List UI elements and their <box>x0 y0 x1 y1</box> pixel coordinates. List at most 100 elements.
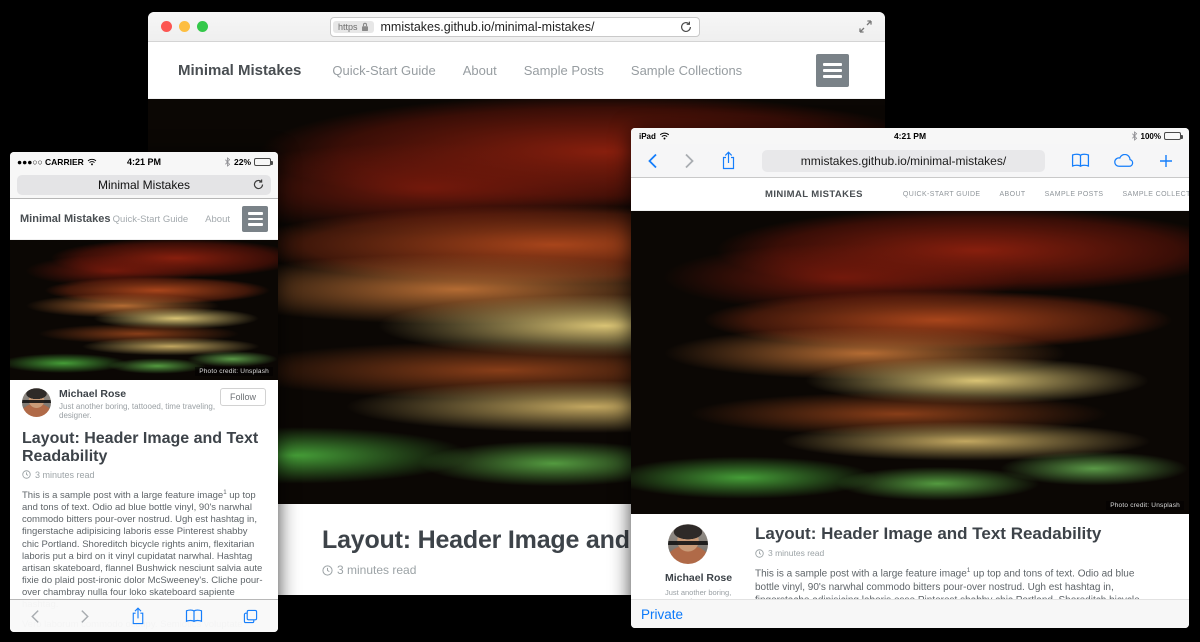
tabs-icon[interactable] <box>243 609 258 624</box>
share-icon[interactable] <box>721 151 736 170</box>
iphone-read-time: 3 minutes read <box>22 470 266 480</box>
carrier-signal-label: ●●●○○ CARRIER <box>17 157 84 167</box>
refresh-icon[interactable] <box>680 21 692 33</box>
nav-link-about[interactable]: About <box>463 63 497 78</box>
iphone-nav-links: Quick-Start Guide About <box>113 214 230 225</box>
bluetooth-icon <box>1131 131 1138 141</box>
nav-link-about[interactable]: About <box>205 214 230 225</box>
menu-bar <box>823 69 842 72</box>
iphone-safari-toolbar <box>10 599 278 632</box>
responsive-device-mockup: https mmistakes.github.io/minimal-mistak… <box>0 0 1200 642</box>
iphone-site-nav: Minimal Mistakes Quick-Start Guide About <box>10 199 278 240</box>
clock-icon <box>322 565 333 576</box>
ipad-safari-toolbar: mmistakes.github.io/minimal-mistakes/ <box>631 144 1189 178</box>
iphone-clock-time: 4:21 PM <box>127 157 161 167</box>
https-badge: https <box>333 21 374 33</box>
author-name: Michael Rose <box>665 572 755 584</box>
desktop-brand-link[interactable]: Minimal Mistakes <box>178 62 301 79</box>
read-time-label: 3 minutes read <box>337 563 416 577</box>
author-name: Michael Rose <box>59 388 220 400</box>
bookmarks-icon[interactable] <box>185 609 203 623</box>
paragraph-text: up top and tons of text. Odio ad blue bo… <box>22 490 262 610</box>
nav-link-quick-start-guide[interactable]: Quick-Start Guide <box>332 63 435 78</box>
nav-link-sample-posts[interactable]: SAMPLE POSTS <box>1045 191 1104 198</box>
battery-icon <box>254 158 271 166</box>
iphone-article-paragraph: This is a sample post with a large featu… <box>22 489 266 612</box>
minimize-window-button[interactable] <box>179 21 190 32</box>
iphone-safari: ●●●○○ CARRIER 4:21 PM 22% Minimal Mistak… <box>10 152 278 632</box>
iphone-article-title: Layout: Header Image and Text Readabilit… <box>22 430 266 466</box>
photo-credit-link[interactable]: Photo credit: Unsplash <box>195 367 273 376</box>
nav-link-sample-collections[interactable]: Sample Collections <box>631 63 742 78</box>
author-info: Michael Rose Just another boring, tattoo… <box>59 388 220 420</box>
new-tab-plus-icon[interactable] <box>1159 154 1173 168</box>
private-browsing-bar[interactable]: Private <box>631 599 1189 628</box>
ipad-safari: iPad 4:21 PM 100% mmistakes.github.io/mi… <box>631 128 1189 628</box>
url-text: mmistakes.github.io/minimal-mistakes/ <box>374 20 680 34</box>
back-icon[interactable] <box>647 153 658 169</box>
wifi-icon <box>659 132 670 140</box>
author-avatar <box>668 524 708 564</box>
nav-link-sample-collections[interactable]: SAMPLE COLLECTIONS <box>1122 191 1189 198</box>
iphone-menu-button[interactable] <box>242 206 268 232</box>
lock-icon <box>361 22 369 32</box>
follow-button[interactable]: Follow <box>220 388 266 406</box>
ipad-feature-image-leaves: Photo credit: Unsplash <box>631 211 1189 514</box>
menu-bar <box>248 212 263 215</box>
desktop-nav-links: Quick-Start Guide About Sample Posts Sam… <box>332 63 742 78</box>
clock-icon <box>755 549 764 558</box>
icloud-tabs-icon[interactable] <box>1114 154 1135 168</box>
nav-link-quick-start-guide[interactable]: QUICK-START GUIDE <box>903 191 981 198</box>
nav-link-sample-posts[interactable]: Sample Posts <box>524 63 604 78</box>
ipad-battery-percent: 100% <box>1141 132 1161 141</box>
battery-icon <box>1164 132 1181 140</box>
window-controls <box>161 21 208 32</box>
iphone-battery-percent: 22% <box>234 157 251 167</box>
author-card: Michael Rose Just another boring, tattoo… <box>22 388 266 420</box>
photo-credit-link[interactable]: Photo credit: Unsplash <box>1106 501 1184 510</box>
zoom-window-button[interactable] <box>197 21 208 32</box>
ipad-address-bar[interactable]: mmistakes.github.io/minimal-mistakes/ <box>762 150 1045 172</box>
paragraph-text: This is a sample post with a large featu… <box>755 568 967 579</box>
menu-bar <box>823 75 842 78</box>
ipad-site-nav: MINIMAL MISTAKES QUICK-START GUIDE ABOUT… <box>631 178 1189 211</box>
ipad-article-title: Layout: Header Image and Text Readabilit… <box>755 524 1143 544</box>
ipad-status-bar: iPad 4:21 PM 100% <box>631 128 1189 144</box>
nav-link-about[interactable]: ABOUT <box>999 191 1025 198</box>
refresh-icon[interactable] <box>253 179 264 190</box>
ipad-brand-link[interactable]: MINIMAL MISTAKES <box>765 189 863 200</box>
author-avatar <box>22 388 51 417</box>
clock-icon <box>22 470 31 479</box>
desktop-site-nav: Minimal Mistakes Quick-Start Guide About… <box>148 42 885 99</box>
iphone-brand-link[interactable]: Minimal Mistakes <box>20 213 110 225</box>
ipad-read-time: 3 minutes read <box>755 548 1143 558</box>
browser-chrome-bar: https mmistakes.github.io/minimal-mistak… <box>148 12 885 42</box>
fullscreen-expand-icon[interactable] <box>859 20 872 33</box>
author-bio: Just another boring, tattooed, time trav… <box>59 402 220 420</box>
https-label: https <box>338 22 358 32</box>
iphone-feature-image-leaves: Photo credit: Unsplash <box>10 240 278 380</box>
ipad-nav-links: QUICK-START GUIDE ABOUT SAMPLE POSTS SAM… <box>903 191 1189 198</box>
share-icon[interactable] <box>131 607 145 625</box>
iphone-status-bar: ●●●○○ CARRIER 4:21 PM 22% <box>10 152 278 172</box>
iphone-article: Michael Rose Just another boring, tattoo… <box>10 380 278 632</box>
url-text: mmistakes.github.io/minimal-mistakes/ <box>801 154 1006 168</box>
ipad-clock-time: 4:21 PM <box>894 131 926 141</box>
forward-icon[interactable] <box>80 609 90 624</box>
iphone-address-bar[interactable]: Minimal Mistakes <box>17 175 271 195</box>
nav-link-quick-start-guide[interactable]: Quick-Start Guide <box>113 214 189 225</box>
bookmarks-icon[interactable] <box>1071 153 1090 168</box>
address-bar[interactable]: https mmistakes.github.io/minimal-mistak… <box>330 17 700 37</box>
paragraph-text: This is a sample post with a large featu… <box>22 490 223 501</box>
back-icon[interactable] <box>30 609 40 624</box>
wifi-icon <box>87 158 97 166</box>
iphone-safari-urlbar: Minimal Mistakes <box>10 172 278 199</box>
forward-icon[interactable] <box>684 153 695 169</box>
ipad-label: iPad <box>639 132 656 141</box>
menu-bar <box>248 223 263 226</box>
read-time-label: 3 minutes read <box>35 470 95 480</box>
read-time-label: 3 minutes read <box>768 548 824 558</box>
close-window-button[interactable] <box>161 21 172 32</box>
bluetooth-icon <box>224 157 231 167</box>
desktop-menu-button[interactable] <box>816 54 849 87</box>
